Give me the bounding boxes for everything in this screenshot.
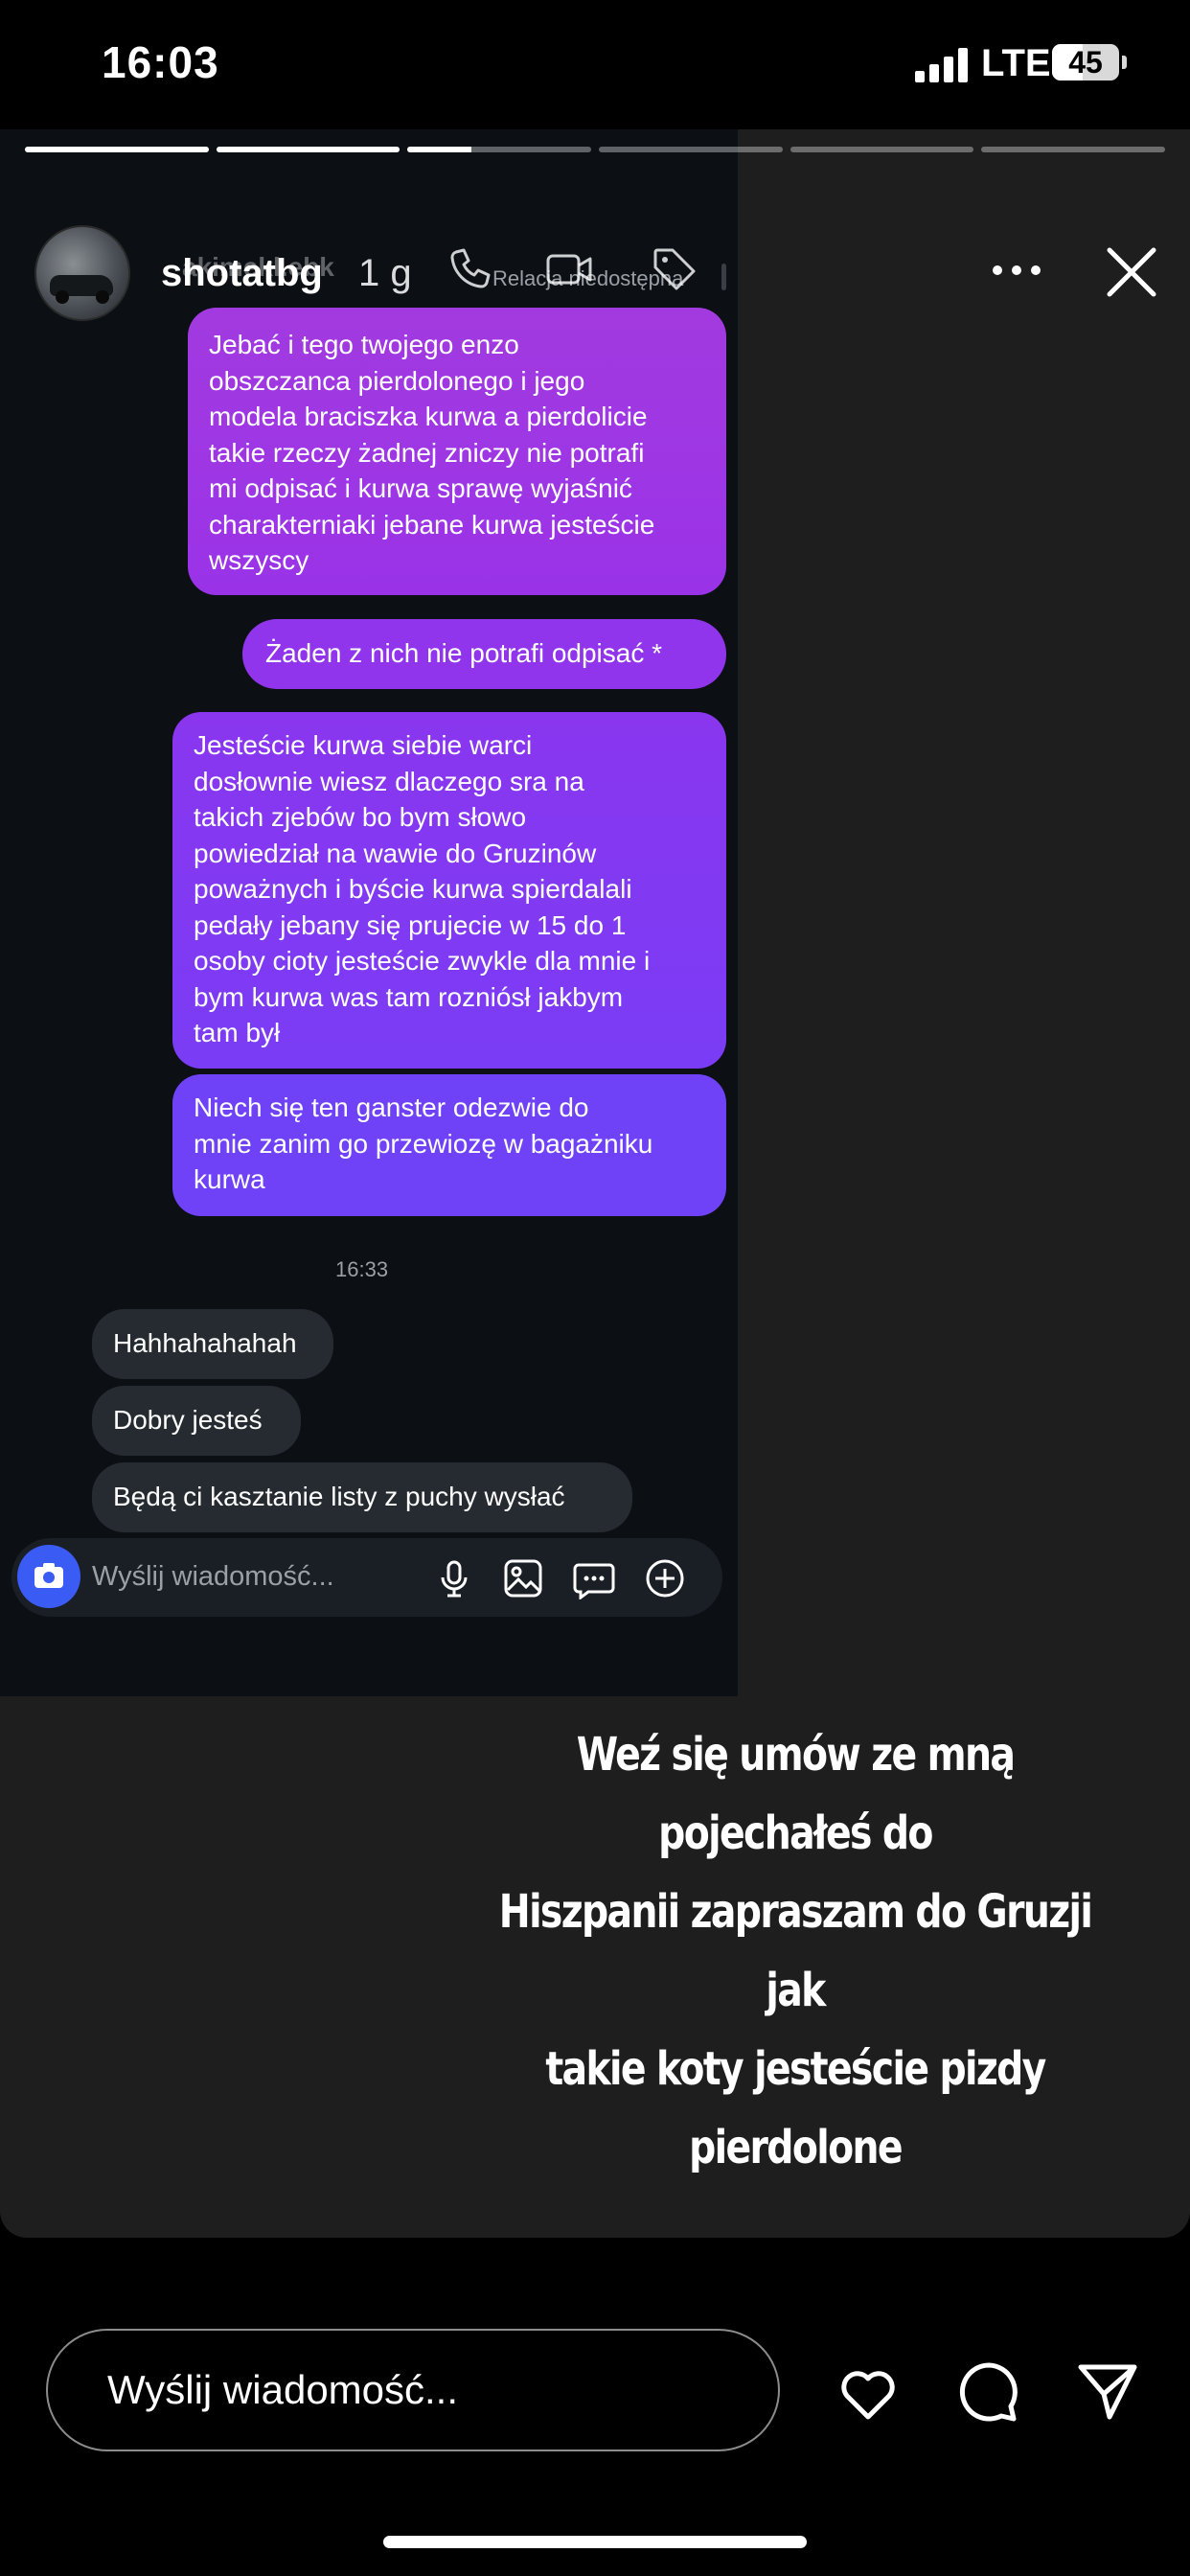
more-options-button[interactable] — [993, 256, 1042, 285]
progress-segment — [216, 147, 400, 152]
received-message: Hahhahahahah — [92, 1309, 333, 1379]
progress-segment — [599, 147, 783, 152]
sent-message: Żaden z nich nie potrafi odpisać * — [242, 619, 726, 689]
reply-input[interactable]: Wyślij wiadomość... — [46, 2329, 780, 2451]
network-label: LTE — [981, 42, 1051, 84]
progress-fill — [407, 147, 472, 152]
camera-icon — [17, 1545, 80, 1608]
chat-screenshot: Relacja niedostępna Jebać i tego twojego… — [0, 129, 738, 1696]
battery-icon: 45 — [1052, 44, 1119, 80]
progress-fill — [25, 147, 209, 152]
story-header: akimekl.ebk shotatbg 1 g — [0, 177, 1190, 321]
status-bar: 16:03 LTE 45 — [0, 0, 1190, 129]
comment-button[interactable] — [954, 2358, 1023, 2426]
gallery-icon — [504, 1559, 542, 1598]
progress-segment — [981, 147, 1166, 152]
home-indicator — [383, 2536, 807, 2548]
sent-message: Jesteście kurwa siebie warci dosłownie w… — [172, 712, 726, 1069]
avatar-wheel — [96, 290, 109, 304]
chat-message-bar: Wyślij wiadomość... — [11, 1538, 722, 1617]
received-message: Będą ci kasztanie listy z puchy wysłać — [92, 1462, 632, 1532]
avatar[interactable] — [34, 225, 130, 321]
story-card[interactable]: Relacja niedostępna Jebać i tego twojego… — [0, 129, 1190, 2238]
battery-level: 45 — [1068, 45, 1103, 80]
tag-icon — [653, 248, 696, 290]
signal-icon — [915, 48, 969, 82]
sticker-icon — [573, 1563, 615, 1599]
story-caption: Weź się umów ze mną pojechałeś do Hiszpa… — [498, 1728, 1093, 2174]
story-username[interactable]: shotatbg — [161, 252, 323, 295]
add-icon — [646, 1559, 684, 1598]
microphone-icon — [441, 1560, 468, 1598]
status-time: 16:03 — [102, 37, 219, 87]
phone-icon — [450, 248, 491, 288]
battery-tip — [1122, 56, 1127, 69]
progress-segment — [407, 147, 592, 152]
avatar-wheel — [56, 290, 69, 304]
story-time-ago: 1 g — [358, 252, 412, 294]
story-progress — [25, 147, 1166, 152]
progress-fill — [216, 147, 400, 152]
sent-message: Niech się ten ganster odezwie do mnie za… — [172, 1074, 726, 1216]
chat-input-placeholder: Wyślij wiadomość... — [92, 1561, 334, 1592]
progress-segment — [25, 147, 209, 152]
chat-timestamp: 16:33 — [335, 1257, 389, 1281]
received-message: Dobry jesteś — [92, 1386, 301, 1456]
reply-placeholder: Wyślij wiadomość... — [107, 2367, 459, 2412]
share-button[interactable] — [1073, 2358, 1142, 2426]
like-button[interactable] — [834, 2358, 903, 2426]
progress-segment — [790, 147, 974, 152]
sent-message: Jebać i tego twojego enzo obszczanca pie… — [188, 308, 726, 595]
close-icon[interactable] — [1104, 244, 1159, 300]
video-icon — [546, 254, 592, 285]
